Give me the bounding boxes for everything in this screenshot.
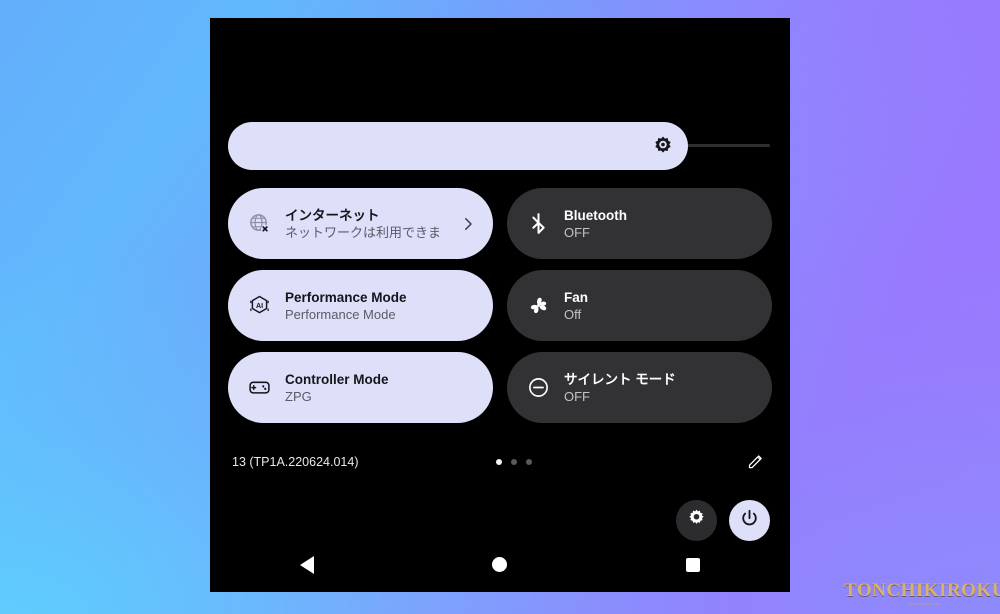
page-dot-2[interactable] xyxy=(511,459,517,465)
tile-performance-mode-title: Performance Mode xyxy=(285,289,407,305)
gamepad-icon xyxy=(246,375,272,401)
power-icon xyxy=(739,508,760,534)
bluetooth-icon xyxy=(525,211,551,237)
page-dot-3[interactable] xyxy=(526,459,532,465)
tile-row: Controller Mode ZPG サイレント モード OFF xyxy=(228,352,772,423)
globe-off-icon xyxy=(246,211,272,237)
brightness-slider-fill xyxy=(228,122,688,170)
tile-silent-mode-title: サイレント モード xyxy=(564,371,676,387)
square-recents-icon xyxy=(686,557,701,572)
settings-button[interactable] xyxy=(676,500,717,541)
tile-fan-title: Fan xyxy=(564,289,589,305)
tile-silent-mode-subtitle: OFF xyxy=(564,388,590,404)
tile-internet[interactable]: インターネット ネットワークは利用できま xyxy=(228,188,493,259)
brightness-sun-icon xyxy=(652,135,674,157)
tile-performance-mode-text: Performance Mode Performance Mode xyxy=(285,289,477,323)
ai-hexagon-icon: AI xyxy=(246,293,272,319)
tile-performance-mode[interactable]: AI Performance Mode Performance Mode xyxy=(228,270,493,341)
watermark: TONCHIKIROKU tonchikiroku.com xyxy=(844,577,1000,610)
tile-silent-mode[interactable]: サイレント モード OFF xyxy=(507,352,772,423)
do-not-disturb-icon xyxy=(525,375,551,401)
brightness-slider[interactable] xyxy=(228,122,772,170)
triangle-back-icon xyxy=(299,555,314,574)
quick-settings-tile-grid: インターネット ネットワークは利用できま Bluetooth OFF AI Pe… xyxy=(228,188,772,434)
power-button[interactable] xyxy=(729,500,770,541)
nav-back-button[interactable] xyxy=(210,555,403,574)
watermark-subtext: tonchikiroku.com xyxy=(908,600,942,606)
page-indicator-dots[interactable] xyxy=(496,459,532,465)
tile-fan[interactable]: Fan Off xyxy=(507,270,772,341)
circle-home-icon xyxy=(492,557,508,572)
android-navigation-bar xyxy=(210,537,790,592)
edit-tiles-button[interactable] xyxy=(744,451,768,475)
tile-internet-subtitle: ネットワークは利用できま xyxy=(285,224,442,240)
tile-row: AI Performance Mode Performance Mode Fan… xyxy=(228,270,772,341)
tile-fan-subtitle: Off xyxy=(564,306,582,322)
tile-controller-mode-title: Controller Mode xyxy=(285,371,389,387)
quick-settings-footer: 13 (TP1A.220624.014) xyxy=(228,443,772,483)
tile-performance-mode-subtitle: Performance Mode xyxy=(285,306,396,322)
tile-internet-title: インターネット xyxy=(285,207,380,223)
tile-bluetooth-text: Bluetooth OFF xyxy=(564,207,756,241)
build-version-label: 13 (TP1A.220624.014) xyxy=(232,455,359,469)
quick-settings-actions xyxy=(676,500,770,541)
svg-text:AI: AI xyxy=(255,302,262,310)
tile-fan-text: Fan Off xyxy=(564,289,756,323)
tile-controller-mode-subtitle: ZPG xyxy=(285,388,312,404)
tile-internet-text: インターネット ネットワークは利用できま xyxy=(285,207,455,241)
page-dot-1[interactable] xyxy=(496,459,502,465)
tile-bluetooth[interactable]: Bluetooth OFF xyxy=(507,188,772,259)
tile-bluetooth-title: Bluetooth xyxy=(564,207,627,223)
phone-quick-settings-panel: インターネット ネットワークは利用できま Bluetooth OFF AI Pe… xyxy=(210,18,790,592)
pencil-edit-icon xyxy=(746,451,766,476)
tile-controller-mode-text: Controller Mode ZPG xyxy=(285,371,477,405)
gear-icon xyxy=(686,508,707,534)
nav-home-button[interactable] xyxy=(403,557,596,572)
watermark-text: TONCHIKIROKU xyxy=(844,579,1000,601)
fan-icon xyxy=(525,293,551,319)
tile-bluetooth-subtitle: OFF xyxy=(564,224,590,240)
nav-recents-button[interactable] xyxy=(597,557,790,572)
screenshot-canvas: インターネット ネットワークは利用できま Bluetooth OFF AI Pe… xyxy=(0,0,1000,614)
chevron-right-icon[interactable] xyxy=(459,215,477,233)
brightness-slider-track[interactable] xyxy=(228,122,772,170)
tile-silent-mode-text: サイレント モード OFF xyxy=(564,371,756,405)
tile-row: インターネット ネットワークは利用できま Bluetooth OFF xyxy=(228,188,772,259)
tile-controller-mode[interactable]: Controller Mode ZPG xyxy=(228,352,493,423)
